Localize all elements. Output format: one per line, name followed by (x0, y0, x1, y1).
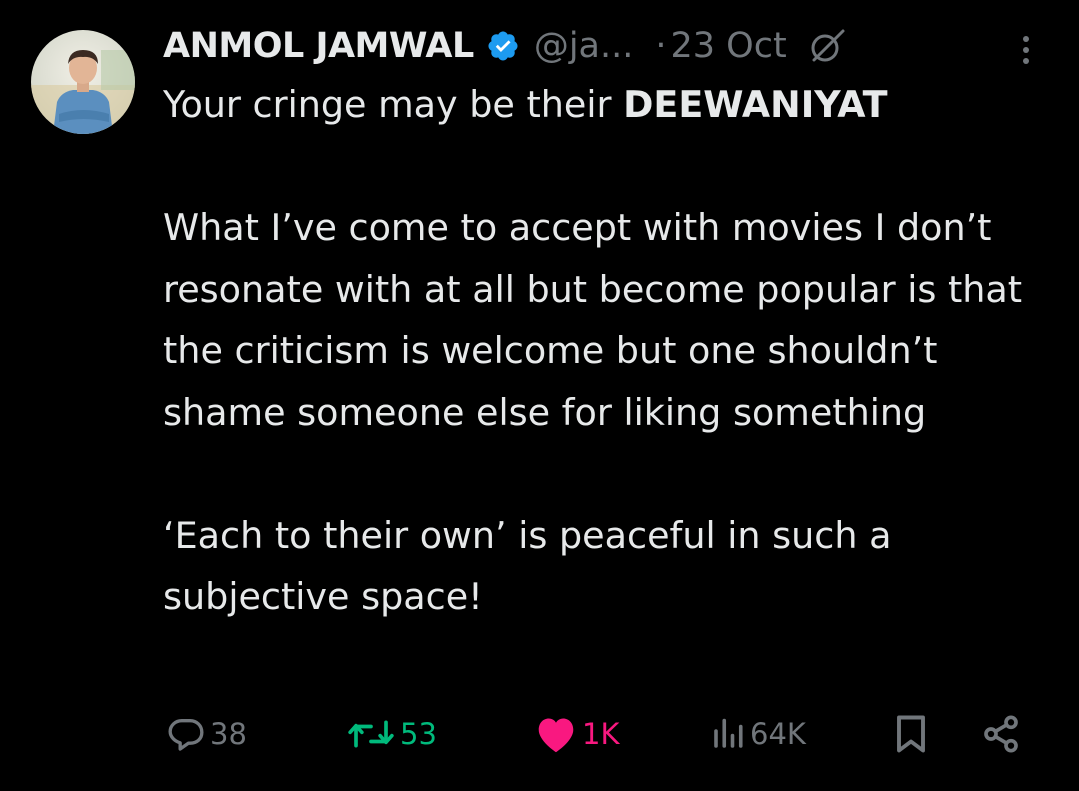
verified-badge-icon[interactable] (486, 29, 520, 63)
views-button[interactable]: 64K (710, 706, 806, 762)
tweet-line-1-bold: DEEWANIYAT (623, 83, 888, 126)
tweet-paragraph-3: ‘Each to their own’ is peaceful in such … (163, 513, 892, 619)
reply-icon (168, 719, 204, 751)
share-button[interactable] (981, 706, 1021, 762)
more-dots-icon[interactable] (1012, 30, 1040, 70)
tweet[interactable]: ANMOL JAMWAL @ja... · 23 Oct Your cringe… (0, 0, 1079, 791)
avatar[interactable] (31, 30, 135, 134)
tweet-line-1-text: Your cringe may be their (163, 83, 624, 126)
like-count: 1K (582, 717, 620, 751)
tweet-paragraph-2: What I’ve come to accept with movies I d… (163, 206, 1023, 434)
bookmark-button[interactable] (893, 706, 929, 762)
author-name[interactable]: ANMOL JAMWAL (163, 26, 474, 66)
tweet-date[interactable]: 23 Oct (671, 26, 787, 66)
share-icon (984, 715, 1018, 753)
author-handle[interactable]: @ja... (534, 26, 634, 66)
like-button[interactable]: 1K (534, 706, 619, 762)
header-separator: · (655, 26, 667, 66)
views-icon (714, 718, 743, 748)
tweet-line-1: Your cringe may be their DEEWANIYAT (163, 74, 1043, 136)
tweet-text: Your cringe may be their DEEWANIYAT What… (163, 74, 1043, 628)
reply-count: 38 (210, 717, 247, 751)
retweet-icon (348, 720, 394, 748)
tweet-header: ANMOL JAMWAL @ja... · 23 Oct (163, 18, 847, 74)
views-count: 64K (750, 717, 806, 751)
bookmark-icon (897, 715, 925, 753)
grok-icon[interactable] (807, 26, 847, 66)
retweet-count: 53 (400, 717, 437, 751)
heart-icon (538, 718, 574, 753)
reply-button[interactable]: 38 (166, 706, 247, 762)
retweet-button[interactable]: 53 (346, 706, 437, 762)
action-bar: 38 53 1K 64K (0, 706, 1079, 762)
